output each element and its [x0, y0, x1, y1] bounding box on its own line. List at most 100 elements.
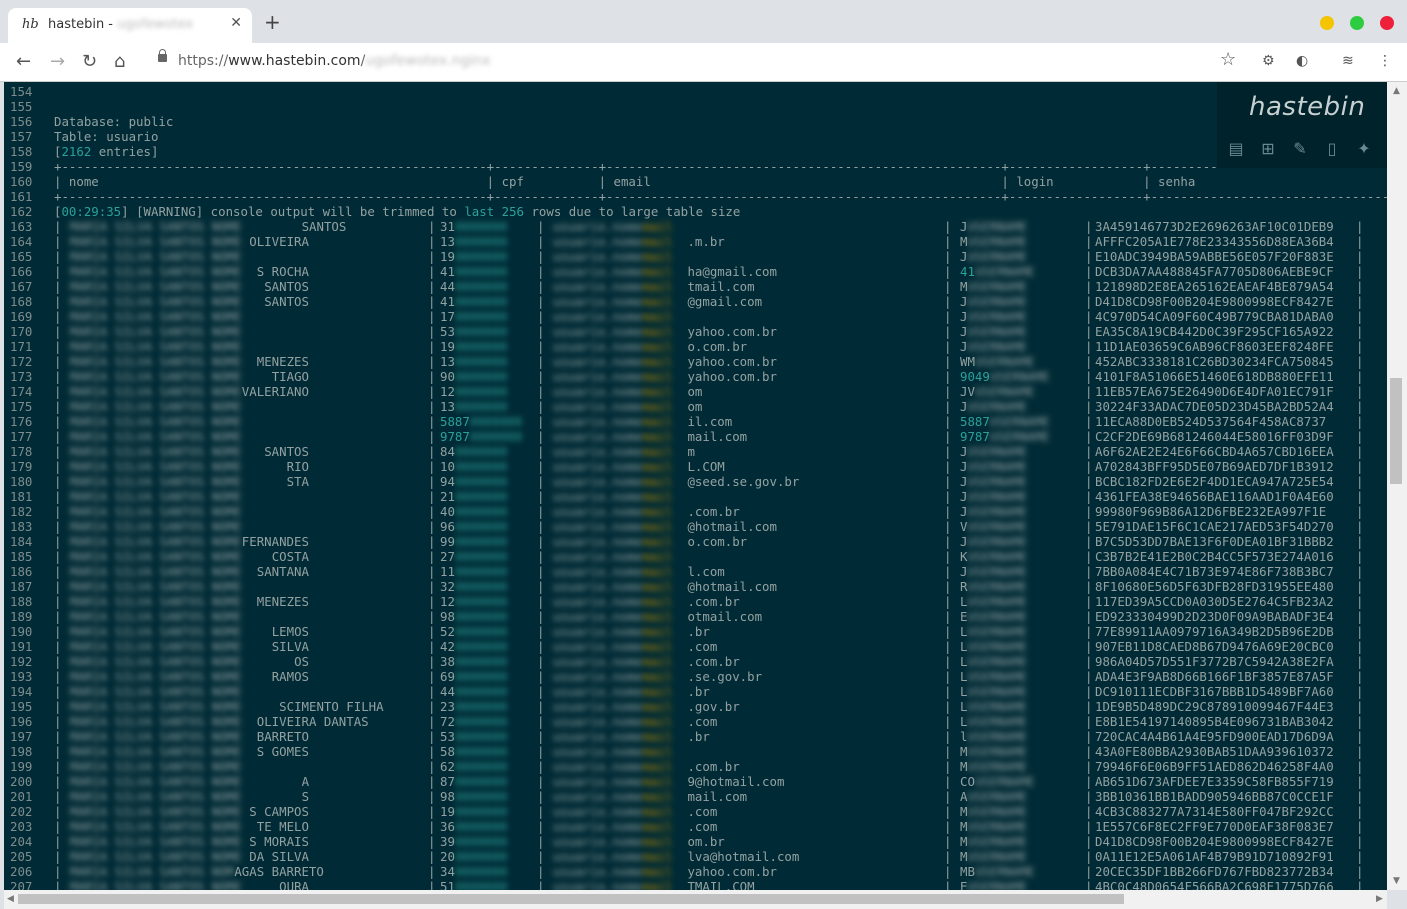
- senha-hash: 30224F33ADAC7DE05D23D45BA2BD52A4: [1095, 399, 1334, 414]
- back-icon[interactable]: ←: [16, 51, 31, 72]
- extension-cast-icon[interactable]: ≋: [1342, 53, 1354, 69]
- column-separator: |: [1085, 564, 1093, 579]
- column-separator: |: [428, 819, 436, 834]
- login-visible: E: [960, 609, 968, 624]
- close-tab-icon[interactable]: ✕: [230, 15, 242, 31]
- new-tab-icon[interactable]: +: [264, 10, 281, 34]
- column-separator: |: [537, 459, 545, 474]
- horizontal-scroll-thumb[interactable]: [18, 894, 1124, 904]
- column-separator: |: [54, 459, 62, 474]
- column-separator: |: [537, 594, 545, 609]
- address-bar[interactable]: https://www.hastebin.com/ugofewotex.ngin…: [146, 47, 1256, 77]
- horizontal-scrollbar[interactable]: ◀ ▶: [4, 890, 1387, 909]
- column-separator: |: [944, 849, 952, 864]
- line-text: [00:29:35] [WARNING] console output will…: [54, 204, 741, 219]
- column-separator: |: [1356, 819, 1364, 834]
- line-number: 162: [10, 204, 33, 219]
- extension-spy-icon[interactable]: ◐: [1296, 53, 1308, 69]
- line-number: 169: [10, 309, 33, 324]
- line-number: 163: [10, 219, 33, 234]
- login-visible: V: [960, 519, 968, 534]
- column-separator: |: [537, 789, 545, 804]
- bookmark-star-icon[interactable]: ☆: [1220, 49, 1236, 70]
- forward-icon[interactable]: →: [50, 51, 65, 72]
- cpf-blurred: 0000000: [454, 219, 508, 234]
- nome-blurred: MARIA SILVA SANTOS NOME: [70, 774, 242, 789]
- scroll-down-icon[interactable]: ▼: [1393, 876, 1400, 886]
- save-icon[interactable]: ▤: [1227, 140, 1245, 158]
- login-visible: JV: [960, 384, 975, 399]
- nome-visible: S GOMES: [256, 744, 309, 759]
- nome-visible: SANTANA: [256, 564, 309, 579]
- email-blurred: usuario.nome: [553, 384, 643, 399]
- login-visible: J: [960, 564, 968, 579]
- column-separator: |: [537, 519, 545, 534]
- new-icon[interactable]: ⊞: [1259, 140, 1277, 158]
- tab-hastebin[interactable]: hb hastebin - ugofewotex ✕: [8, 8, 252, 43]
- line-number: 173: [10, 369, 33, 384]
- column-separator: |: [428, 789, 436, 804]
- column-separator: |: [944, 384, 952, 399]
- maximize-icon[interactable]: [1350, 16, 1364, 30]
- login-blurred: USERNAME: [967, 459, 1028, 474]
- close-window-icon[interactable]: [1380, 16, 1394, 30]
- line-number: 194: [10, 684, 33, 699]
- nome-blurred: MARIA SILVA SANTOS NOME: [70, 654, 242, 669]
- column-separator: |: [944, 414, 952, 429]
- login-blurred: USERNAME: [967, 624, 1028, 639]
- cpf-blurred: 0000000: [454, 609, 508, 624]
- cpf-blurred: 0000000: [454, 504, 508, 519]
- cpf-visible: 69: [440, 669, 455, 684]
- login-blurred: USERNAME: [974, 774, 1035, 789]
- vertical-scroll-thumb[interactable]: [1390, 378, 1402, 484]
- line-number: 166: [10, 264, 33, 279]
- extension-icon[interactable]: ⚙: [1262, 53, 1275, 69]
- reload-icon[interactable]: ↻: [82, 51, 97, 72]
- email-provider-blurred: mail: [642, 474, 673, 489]
- senha-hash: DC910111ECDBF3167BBB1D5489BF7A60: [1095, 684, 1334, 699]
- nome-blurred: MARIA SILVA SANTOS NOME: [70, 534, 242, 549]
- column-separator: |: [1085, 444, 1093, 459]
- twitter-icon[interactable]: ✦: [1355, 140, 1373, 158]
- scroll-up-icon[interactable]: ▲: [1393, 86, 1400, 96]
- cpf-visible: 11: [440, 564, 455, 579]
- column-separator: |: [537, 864, 545, 879]
- column-separator: |: [428, 759, 436, 774]
- scroll-right-icon[interactable]: ▶: [1376, 894, 1383, 904]
- home-icon[interactable]: ⌂: [114, 51, 125, 72]
- column-separator: |: [54, 219, 62, 234]
- column-separator: |: [54, 519, 62, 534]
- email-visible: .br: [687, 624, 710, 639]
- column-separator: |: [1085, 729, 1093, 744]
- email-blurred: usuario.nome: [553, 444, 643, 459]
- column-separator: |: [428, 474, 436, 489]
- menu-icon[interactable]: ⋮: [1378, 53, 1392, 69]
- edit-icon[interactable]: ✎: [1291, 140, 1309, 158]
- login-blurred: USERNAME: [967, 684, 1028, 699]
- login-visible: J: [960, 444, 968, 459]
- email-blurred: usuario.nome: [553, 639, 643, 654]
- nome-visible: VALERIANO: [241, 384, 309, 399]
- scroll-left-icon[interactable]: ◀: [7, 894, 14, 904]
- column-separator: |: [1356, 744, 1364, 759]
- nome-blurred: MARIA SILVA SANTOS NOME: [70, 564, 242, 579]
- email-provider-blurred: mail: [642, 639, 673, 654]
- column-separator: |: [944, 324, 952, 339]
- nome-visible: SANTOS: [264, 444, 309, 459]
- minimize-icon[interactable]: [1320, 16, 1334, 30]
- vertical-scrollbar[interactable]: ▲ ▼: [1387, 82, 1407, 890]
- cpf-visible: 99: [440, 534, 455, 549]
- email-provider-blurred: mail: [642, 849, 673, 864]
- login-visible: J: [960, 309, 968, 324]
- email-visible: yahoo.com.br: [687, 864, 777, 879]
- column-separator: |: [54, 279, 62, 294]
- column-separator: |: [1085, 759, 1093, 774]
- login-visible: J: [960, 294, 968, 309]
- email-blurred: usuario.nome: [553, 279, 643, 294]
- email-provider-blurred: mail: [642, 744, 673, 759]
- nome-blurred: MARIA SILVA SANTOS NOME: [70, 729, 242, 744]
- column-separator: |: [1356, 564, 1364, 579]
- raw-icon[interactable]: ▯: [1323, 140, 1341, 158]
- column-separator: |: [1356, 429, 1364, 444]
- login-blurred: USERNAME: [967, 324, 1028, 339]
